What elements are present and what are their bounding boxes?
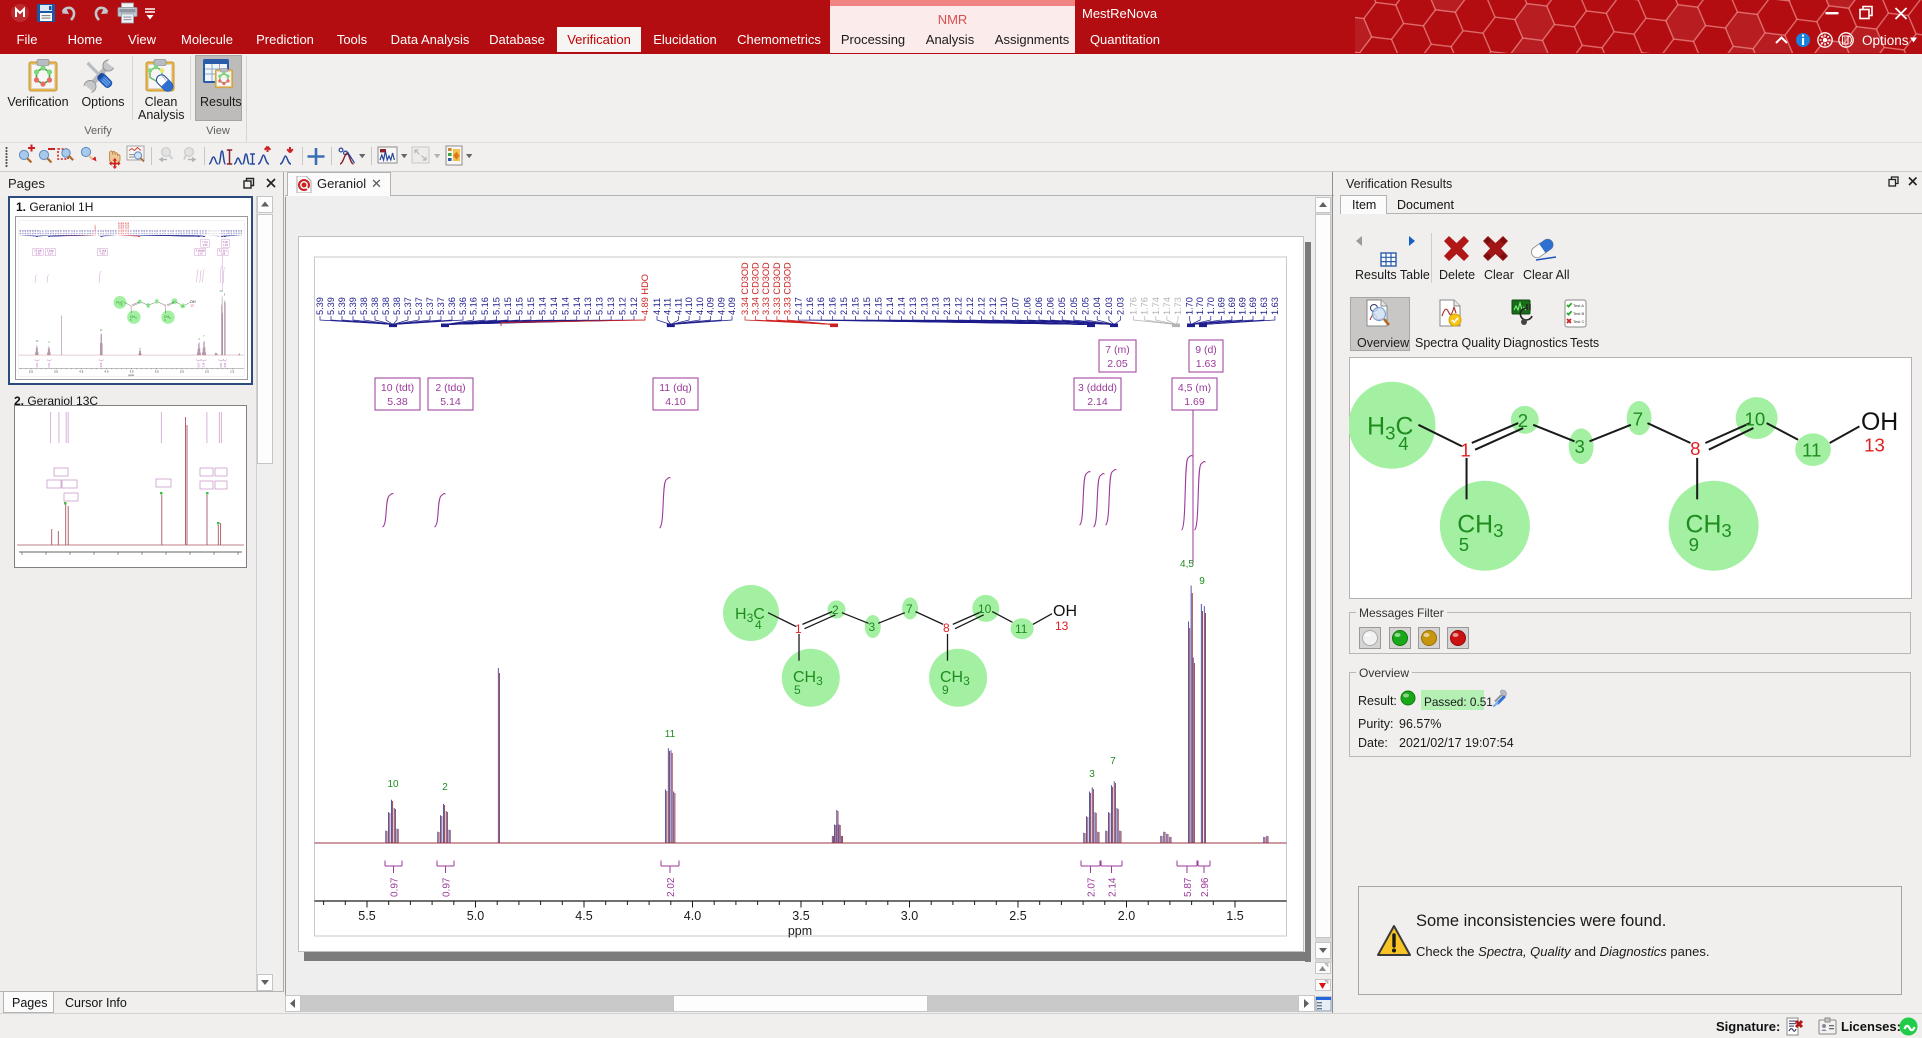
svg-text:Spectra Quality: Spectra Quality xyxy=(1415,336,1501,350)
svg-text:Clear: Clear xyxy=(1484,268,1514,282)
svg-text:Results Table: Results Table xyxy=(1355,268,1430,282)
svg-text:Test B: Test B xyxy=(1573,311,1584,316)
svg-text:Diagnostics: Diagnostics xyxy=(1503,336,1568,350)
svg-text:Clear All: Clear All xyxy=(1523,268,1570,282)
svg-text:Overview: Overview xyxy=(1357,336,1410,350)
svg-text:Test A: Test A xyxy=(1573,303,1584,308)
svg-text:Tests: Tests xyxy=(1570,336,1599,350)
svg-text:Test C: Test C xyxy=(1573,319,1584,324)
svg-text:Options: Options xyxy=(1862,33,1909,48)
svg-text:Delete: Delete xyxy=(1439,268,1475,282)
